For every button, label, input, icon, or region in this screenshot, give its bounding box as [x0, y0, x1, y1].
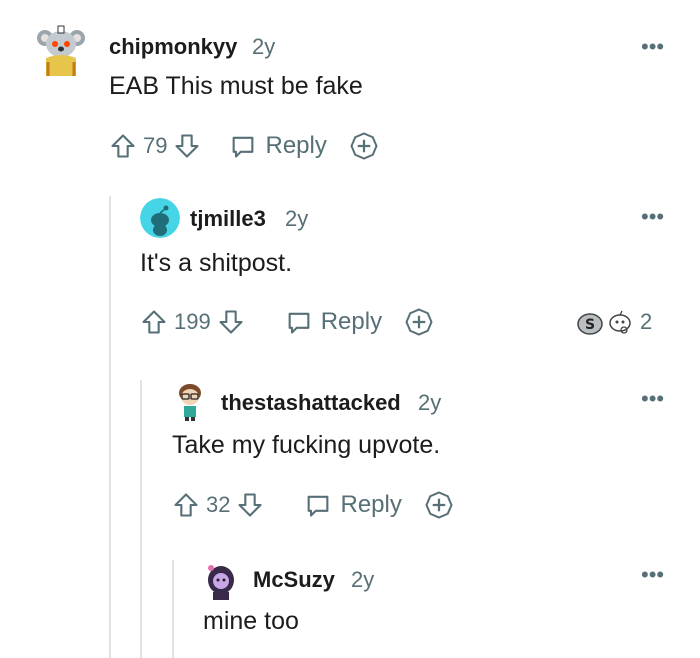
- comment-actions: 79 Reply: [109, 128, 379, 164]
- comment-age: 2y: [418, 390, 442, 415]
- svg-text:S: S: [585, 317, 595, 333]
- snoo-award-icon: [606, 308, 634, 336]
- koala-avatar-icon: [37, 25, 85, 76]
- avatar[interactable]: [172, 382, 208, 422]
- reply-button[interactable]: Reply: [285, 308, 382, 336]
- comment-body: EAB This must be fake: [109, 72, 363, 100]
- thread-line-level-3: [172, 560, 174, 658]
- downvote-icon[interactable]: [173, 132, 201, 160]
- snoo-avatar-icon: [140, 198, 180, 238]
- thread-line-level-2: [140, 380, 142, 658]
- comment-author[interactable]: thestashattacked: [221, 390, 401, 416]
- comment-body: mine too: [203, 607, 299, 635]
- reply-label: Reply: [265, 132, 327, 159]
- reply-label: Reply: [340, 491, 402, 518]
- avatar[interactable]: [36, 22, 86, 78]
- comment-actions: 32 Reply: [172, 487, 454, 523]
- upvote-icon[interactable]: [140, 308, 168, 336]
- comment-author[interactable]: McSuzy: [253, 567, 335, 593]
- more-options-icon[interactable]: •••: [641, 386, 664, 412]
- comment-body: Take my fucking upvote.: [172, 431, 441, 459]
- reply-label: Reply: [320, 308, 383, 335]
- avatar-character-icon: [179, 384, 201, 421]
- vote-score: 79: [143, 133, 168, 158]
- comment-bubble-icon: [229, 132, 257, 160]
- comment-body: It's a shitpost.: [140, 249, 293, 277]
- avatar-character-icon: [208, 565, 234, 600]
- avatar[interactable]: [140, 198, 180, 238]
- award-add-icon[interactable]: [404, 307, 434, 337]
- vote-score: 199: [174, 309, 211, 334]
- upvote-icon[interactable]: [109, 132, 137, 160]
- awards[interactable]: S 2: [576, 308, 652, 336]
- comment-bubble-icon: [304, 491, 332, 519]
- reply-button[interactable]: Reply: [229, 132, 327, 160]
- reply-button[interactable]: Reply: [304, 491, 402, 519]
- thread-line-level-1: [109, 196, 111, 658]
- comment-author[interactable]: tjmille3: [190, 206, 266, 232]
- comment-author[interactable]: chipmonkyy: [109, 34, 237, 60]
- more-options-icon[interactable]: •••: [641, 562, 664, 588]
- comment-bubble-icon: [285, 308, 313, 336]
- more-options-icon[interactable]: •••: [641, 204, 664, 230]
- comment-age: 2y: [252, 34, 276, 59]
- award-add-icon[interactable]: [349, 131, 379, 161]
- downvote-icon[interactable]: [217, 308, 245, 336]
- vote-score: 32: [206, 492, 231, 517]
- award-count: 2: [640, 309, 653, 334]
- award-add-icon[interactable]: [424, 490, 454, 520]
- silver-coin-award-icon: S: [576, 308, 604, 336]
- comment-actions: 199 Reply: [140, 304, 434, 340]
- upvote-icon[interactable]: [172, 491, 200, 519]
- more-options-icon[interactable]: •••: [641, 34, 664, 60]
- avatar[interactable]: [203, 562, 239, 600]
- comment-age: 2y: [351, 567, 375, 592]
- comment-age: 2y: [285, 206, 309, 231]
- downvote-icon[interactable]: [236, 491, 264, 519]
